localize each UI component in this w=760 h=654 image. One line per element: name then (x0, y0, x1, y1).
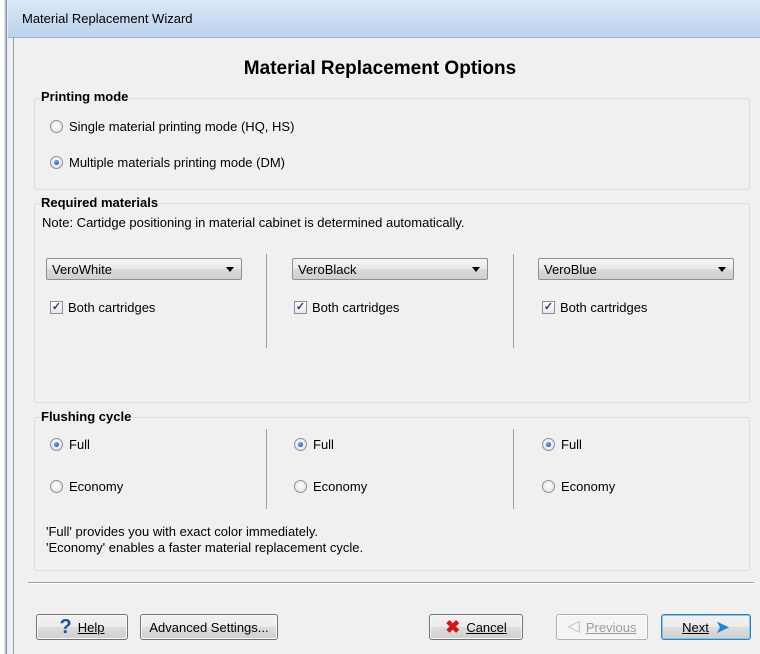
single-material-mode-label: Single material printing mode (HQ, HS) (69, 119, 295, 134)
required-materials-label: Required materials (40, 195, 160, 210)
flush-full-radio-2[interactable]: Full (294, 437, 334, 452)
footer-separator (28, 582, 754, 584)
arrow-left-icon: ◁ (567, 618, 580, 635)
checkbox-1-box[interactable]: ✓ (50, 301, 63, 314)
flush-economy-radio-3[interactable]: Economy (542, 479, 615, 494)
cancel-button[interactable]: ✖ Cancel (429, 614, 523, 640)
flush-economy-label-2: Economy (313, 479, 368, 494)
printing-mode-group (34, 98, 750, 190)
advanced-settings-button[interactable]: Advanced Settings... (140, 614, 278, 640)
previous-button-label: Previous (585, 619, 637, 635)
single-material-mode-radio[interactable]: Single material printing mode (HQ, HS) (50, 119, 294, 134)
multiple-materials-radio-button[interactable] (50, 156, 63, 169)
both-cartridges-label-2: Both cartridges (312, 300, 400, 315)
material-select-3-value: VeroBlue (544, 262, 597, 277)
flush-full-radio-1[interactable]: Full (50, 437, 90, 452)
multiple-materials-mode-radio[interactable]: Multiple materials printing mode (DM) (50, 155, 285, 170)
flushing-note-line-2: 'Economy' enables a faster material repl… (46, 540, 364, 555)
both-cartridges-label-3: Both cartridges (560, 300, 648, 315)
flush-economy-radio-1[interactable]: Economy (50, 479, 123, 494)
flush-full-label-2: Full (313, 437, 334, 452)
flush-full-radio-button-3[interactable] (542, 438, 555, 451)
both-cartridges-checkbox-3[interactable]: ✓ Both cartridges (542, 300, 647, 315)
flush-full-label-3: Full (561, 437, 582, 452)
flush-economy-radio-2[interactable]: Economy (294, 479, 367, 494)
both-cartridges-checkbox-1[interactable]: ✓ Both cartridges (50, 300, 155, 315)
advanced-settings-label: Advanced Settings... (149, 619, 269, 635)
client-border (13, 38, 19, 654)
cancel-button-label: Cancel (466, 619, 507, 635)
checkbox-2-box[interactable]: ✓ (294, 301, 307, 314)
flush-economy-radio-button-2[interactable] (294, 480, 307, 493)
flush-full-radio-button-1[interactable] (50, 438, 63, 451)
material-select-2[interactable]: VeroBlack (292, 258, 488, 280)
materials-separator-1 (266, 254, 267, 348)
flush-full-label-1: Full (69, 437, 90, 452)
material-select-1[interactable]: VeroWhite (46, 258, 242, 280)
flush-economy-label-3: Economy (561, 479, 616, 494)
flush-economy-radio-button-1[interactable] (50, 480, 63, 493)
next-button-label: Next (682, 619, 709, 635)
next-button[interactable]: Next ➤ (661, 614, 751, 640)
material-select-3[interactable]: VeroBlue (538, 258, 734, 280)
window-title: Material Replacement Wizard (22, 11, 193, 26)
x-icon: ✖ (445, 617, 461, 637)
materials-separator-2 (513, 254, 514, 348)
multiple-materials-mode-label: Multiple materials printing mode (DM) (69, 155, 286, 170)
flush-economy-radio-button-3[interactable] (542, 480, 555, 493)
printing-mode-label: Printing mode (40, 89, 130, 104)
question-icon: ? (59, 616, 72, 638)
both-cartridges-label-1: Both cartridges (68, 300, 156, 315)
help-button[interactable]: ? Help (36, 614, 128, 640)
chevron-down-icon (718, 267, 726, 272)
flush-economy-label-1: Economy (69, 479, 124, 494)
flushing-separator-1 (266, 429, 267, 509)
page-heading: Material Replacement Options (243, 58, 517, 79)
flushing-separator-2 (513, 429, 514, 509)
single-material-radio-button[interactable] (50, 120, 63, 133)
checkbox-3-box[interactable]: ✓ (542, 301, 555, 314)
chevron-down-icon (226, 267, 234, 272)
both-cartridges-checkbox-2[interactable]: ✓ Both cartridges (294, 300, 399, 315)
previous-button[interactable]: ◁ Previous (556, 614, 648, 640)
flushing-cycle-label: Flushing cycle (40, 409, 133, 424)
arrow-right-icon: ➤ (714, 617, 730, 637)
flush-full-radio-3[interactable]: Full (542, 437, 582, 452)
chevron-down-icon (472, 267, 480, 272)
help-button-label: Help (77, 619, 105, 635)
title-bar[interactable]: Material Replacement Wizard (8, 0, 760, 38)
material-select-2-value: VeroBlack (298, 262, 357, 277)
cartridge-positioning-note: Note: Cartidge positioning in material c… (42, 215, 465, 230)
flush-full-radio-button-2[interactable] (294, 438, 307, 451)
flushing-note-line-1: 'Full' provides you with exact color imm… (46, 524, 319, 539)
material-select-1-value: VeroWhite (52, 262, 112, 277)
